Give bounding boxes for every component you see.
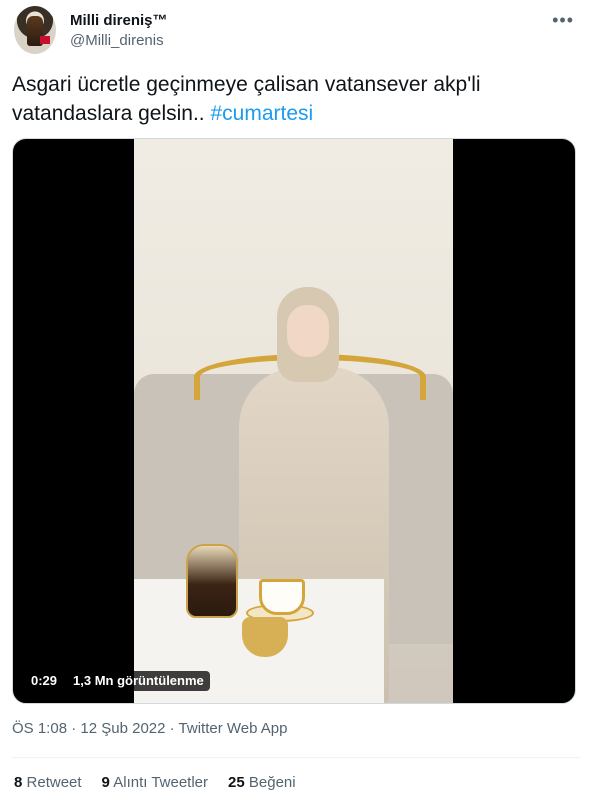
- tweet-source[interactable]: Twitter Web App: [179, 720, 288, 737]
- video-teapot: [186, 544, 238, 618]
- like-stat[interactable]: 25 Beğeni: [228, 774, 296, 791]
- tweet-header: Milli direniş™ @Milli_direnis •••: [14, 6, 580, 58]
- avatar-flag: [40, 36, 50, 44]
- video-info-bar: 0:29 1,3 Mn görüntülenme: [25, 671, 210, 691]
- quote-stat[interactable]: 9 Alıntı Tweetler: [102, 774, 208, 791]
- like-count: 25: [228, 774, 245, 791]
- quote-label: Alıntı Tweetler: [113, 774, 209, 791]
- tweet-meta: ÖS 1:08 · 12 Şub 2022 · Twitter Web App: [12, 720, 287, 737]
- video-player[interactable]: 0:29 1,3 Mn görüntülenme: [12, 138, 576, 704]
- retweet-stat[interactable]: 8 Retweet: [14, 774, 82, 791]
- meta-separator: ·: [67, 720, 81, 737]
- like-label: Beğeni: [248, 774, 296, 791]
- tweet-stats: 8 Retweet 9 Alıntı Tweetler 25 Beğeni: [14, 774, 296, 791]
- divider: [12, 757, 580, 758]
- hashtag-link[interactable]: #cumartesi: [210, 102, 313, 125]
- video-bowl: [242, 617, 288, 657]
- tweet-text: Asgari ücretle geçinmeye çalisan vatanse…: [12, 70, 578, 128]
- quote-count: 9: [101, 774, 110, 791]
- author-name[interactable]: Milli direniş™: [70, 12, 168, 29]
- tweet-time[interactable]: ÖS 1:08: [12, 720, 67, 737]
- more-horizontal-icon[interactable]: •••: [552, 10, 574, 31]
- retweet-count: 8: [14, 774, 23, 791]
- avatar[interactable]: [14, 6, 56, 54]
- video-face: [287, 305, 329, 357]
- video-frame: [134, 139, 453, 703]
- video-views: 1,3 Mn görüntülenme: [67, 671, 210, 691]
- video-duration: 0:29: [25, 671, 64, 691]
- retweet-label: Retweet: [26, 774, 82, 791]
- meta-separator: ·: [165, 720, 179, 737]
- author-handle[interactable]: @Milli_direnis: [70, 32, 164, 49]
- tweet-date[interactable]: 12 Şub 2022: [80, 720, 165, 737]
- video-cup: [259, 579, 305, 615]
